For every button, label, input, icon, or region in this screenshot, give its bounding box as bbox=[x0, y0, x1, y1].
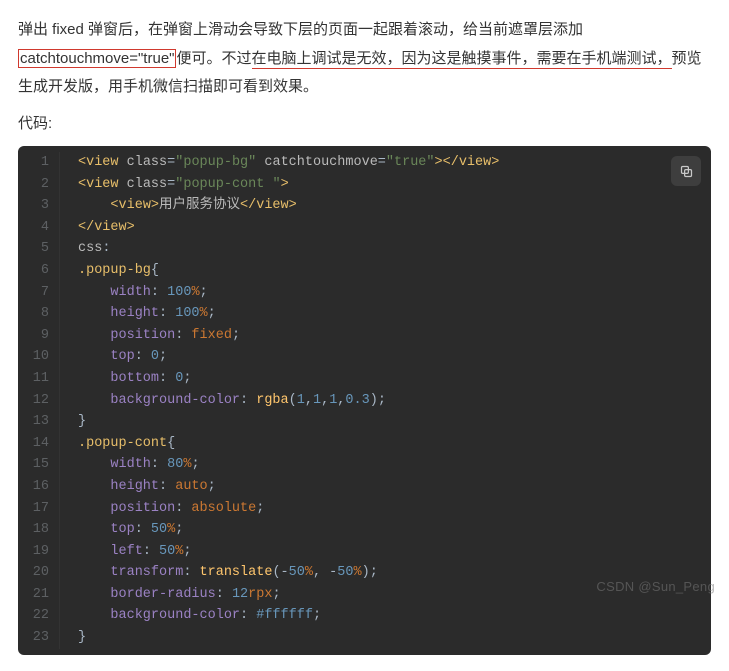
code-line: background-color: rgba(1,1,1,0.3); bbox=[78, 390, 711, 412]
code-line: </view> bbox=[78, 217, 711, 239]
code-line: width: 80%; bbox=[78, 454, 711, 476]
code-line: } bbox=[78, 627, 711, 649]
code-line: bottom: 0; bbox=[78, 368, 711, 390]
copy-button[interactable] bbox=[671, 156, 701, 186]
line-number-gutter: 1234567891011121314151617181920212223 bbox=[18, 152, 60, 649]
code-line: height: 100%; bbox=[78, 303, 711, 325]
watermark: CSDN @Sun_Peng bbox=[596, 575, 715, 600]
description-paragraph: 弹出 fixed 弹窗后，在弹窗上滑动会导致下层的页面一起跟着滚动，给当前遮罩层… bbox=[18, 16, 711, 102]
underline-segment: 在电脑上调试是无效，因为这是触摸事件， bbox=[252, 50, 537, 69]
code-line: width: 100%; bbox=[78, 282, 711, 304]
code-line: css: bbox=[78, 238, 711, 260]
code-content[interactable]: <view class="popup-bg" catchtouchmove="t… bbox=[70, 152, 711, 649]
code-line: left: 50%; bbox=[78, 541, 711, 563]
underline-segment: 需要在手机端测试， bbox=[537, 50, 672, 69]
code-line: position: fixed; bbox=[78, 325, 711, 347]
code-line: top: 0; bbox=[78, 346, 711, 368]
code-line: .popup-cont{ bbox=[78, 433, 711, 455]
text-segment: 弹出 fixed 弹窗后，在弹窗上滑动会导致下层的页面一起跟着滚动，给当前遮罩层… bbox=[18, 21, 583, 38]
code-line: position: absolute; bbox=[78, 498, 711, 520]
code-label: 代码: bbox=[18, 110, 711, 139]
code-line: .popup-bg{ bbox=[78, 260, 711, 282]
copy-icon bbox=[679, 164, 694, 179]
highlight-box: catchtouchmove="true" bbox=[18, 49, 176, 68]
text-segment: 便可。不过 bbox=[176, 50, 251, 67]
code-line: <view class="popup-cont "> bbox=[78, 174, 711, 196]
code-line: } bbox=[78, 411, 711, 433]
code-line: <view>用户服务协议</view> bbox=[78, 195, 711, 217]
code-line: background-color: #ffffff; bbox=[78, 605, 711, 627]
code-line: <view class="popup-bg" catchtouchmove="t… bbox=[78, 152, 711, 174]
code-line: height: auto; bbox=[78, 476, 711, 498]
code-line: top: 50%; bbox=[78, 519, 711, 541]
